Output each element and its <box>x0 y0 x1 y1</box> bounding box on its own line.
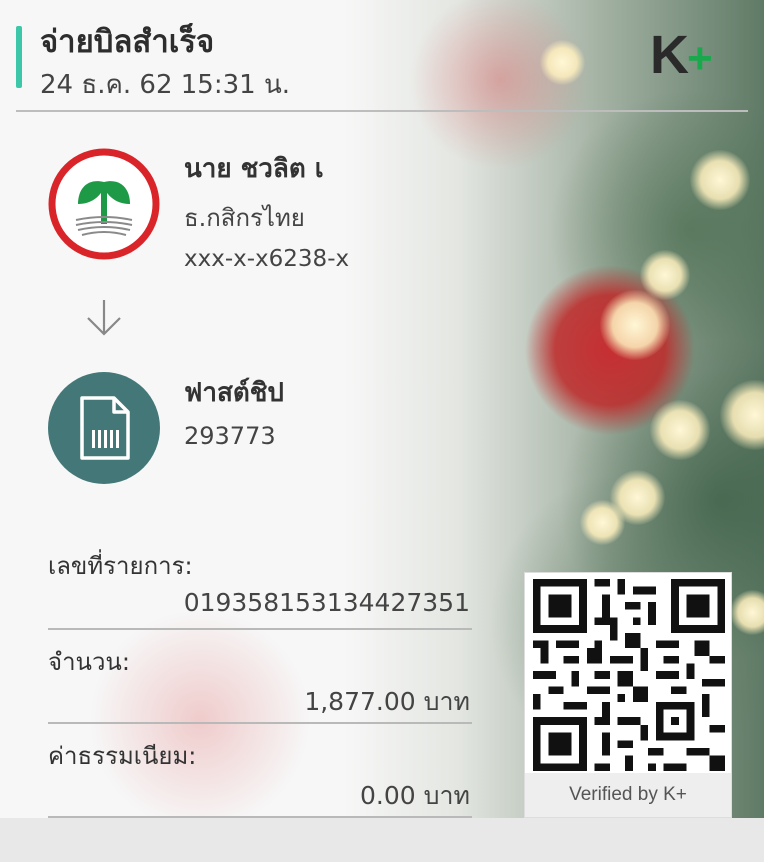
amount-value: 1,877.00 บาท <box>304 687 470 716</box>
bokeh-light <box>650 400 710 460</box>
bokeh-light <box>540 40 585 85</box>
verification-qr-card: Verified by K+ <box>524 572 732 818</box>
amount-label: จำนวน: <box>48 648 130 676</box>
bottom-strip <box>0 818 764 862</box>
divider <box>48 722 472 724</box>
fee-label: ค่าธรรมเนียม: <box>48 742 197 770</box>
biller-code: 293773 <box>184 422 276 450</box>
kplus-logo: K+ <box>650 25 713 86</box>
sender-account: xxx-x-x6238-x <box>184 246 350 272</box>
sender-name: นาย ชวลิต เ <box>184 154 324 184</box>
verified-label: Verified by K+ <box>525 773 731 817</box>
arrow-down-icon <box>87 300 121 336</box>
page-title: จ่ายบิลสำเร็จ <box>40 24 215 60</box>
reference-label: เลขที่รายการ: <box>48 552 193 580</box>
bokeh-light <box>600 290 670 360</box>
payment-slip: จ่ายบิลสำเร็จ 24 ธ.ค. 62 15:31 น. K+ นาย… <box>0 0 764 818</box>
kplus-logo-k: K <box>650 25 689 85</box>
header-divider <box>16 110 748 112</box>
bokeh-light <box>580 500 625 545</box>
transaction-datetime: 24 ธ.ค. 62 15:31 น. <box>40 70 290 100</box>
biller-name: ฟาสต์ชิป <box>184 378 284 408</box>
kasikorn-bank-icon <box>48 148 160 260</box>
sender-bank: ธ.กสิกรไทย <box>184 204 305 232</box>
bill-document-icon <box>48 372 160 484</box>
fee-value: 0.00 บาท <box>360 781 470 810</box>
qr-code-icon <box>533 579 725 771</box>
title-accent-bar <box>16 26 22 88</box>
divider <box>48 628 472 630</box>
reference-value: 019358153134427351 <box>183 588 470 617</box>
bokeh-light <box>690 150 750 210</box>
kplus-logo-plus: + <box>687 34 713 83</box>
